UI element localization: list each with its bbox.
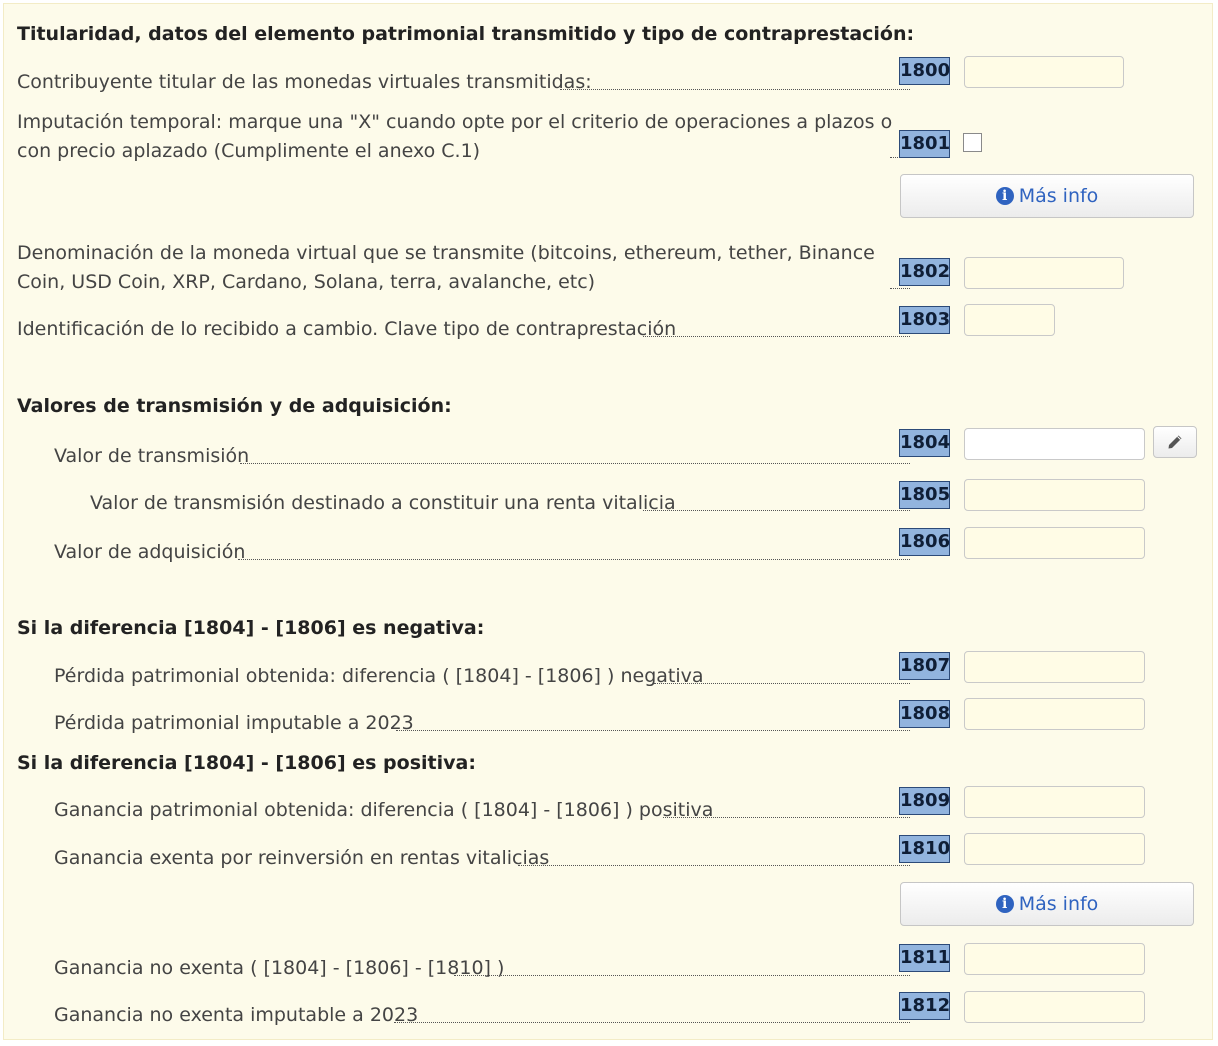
checkbox-1801[interactable] bbox=[963, 133, 982, 152]
edit-button-1804[interactable] bbox=[1153, 426, 1197, 458]
label-1800: Contribuyente titular de las monedas vir… bbox=[17, 71, 592, 93]
dotted-leader bbox=[643, 336, 910, 337]
code-box-1811: 1811 bbox=[899, 944, 950, 972]
section-heading-valores: Valores de transmisión y de adquisición: bbox=[17, 395, 452, 417]
pencil-icon bbox=[1168, 435, 1182, 449]
input-1800[interactable] bbox=[964, 56, 1124, 88]
dotted-leader bbox=[663, 817, 910, 818]
label-1806: Valor de adquisición bbox=[54, 541, 246, 563]
input-1811[interactable] bbox=[964, 943, 1145, 975]
input-1806[interactable] bbox=[964, 527, 1145, 559]
section-heading-titularidad: Titularidad, datos del elemento patrimon… bbox=[17, 23, 915, 45]
input-1807[interactable] bbox=[964, 651, 1145, 683]
label-1804: Valor de transmisión bbox=[54, 445, 250, 467]
dotted-leader bbox=[654, 683, 910, 684]
code-box-1807: 1807 bbox=[899, 652, 950, 680]
code-box-1802: 1802 bbox=[899, 258, 950, 286]
dotted-leader bbox=[518, 865, 910, 866]
mas-info-label: Más info bbox=[1018, 185, 1099, 207]
dotted-leader bbox=[643, 510, 910, 511]
input-1803[interactable] bbox=[964, 304, 1055, 336]
code-box-1812: 1812 bbox=[899, 992, 950, 1020]
input-1809[interactable] bbox=[964, 786, 1145, 818]
label-1812: Ganancia no exenta imputable a 2023 bbox=[54, 1004, 419, 1026]
dotted-leader bbox=[240, 463, 910, 464]
mas-info-label: Más info bbox=[1018, 893, 1099, 915]
code-box-1803: 1803 bbox=[899, 306, 950, 334]
label-1802: Denominación de la moneda virtual que se… bbox=[17, 242, 875, 293]
info-circle-icon: i bbox=[995, 895, 1014, 913]
code-box-1804: 1804 bbox=[899, 429, 950, 457]
label-1807: Pérdida patrimonial obtenida: diferencia… bbox=[54, 665, 704, 687]
dotted-leader bbox=[396, 730, 910, 731]
input-1805[interactable] bbox=[964, 479, 1145, 511]
dotted-leader bbox=[560, 89, 910, 90]
code-box-1805: 1805 bbox=[899, 481, 950, 509]
code-box-1810: 1810 bbox=[899, 835, 950, 863]
dotted-leader bbox=[394, 1022, 910, 1023]
label-1811: Ganancia no exenta ( [1804] - [1806] - [… bbox=[54, 957, 505, 979]
mas-info-button[interactable]: i Más info bbox=[900, 882, 1194, 926]
section-heading-negativa: Si la diferencia [1804] - [1806] es nega… bbox=[17, 617, 485, 639]
code-box-1800: 1800 bbox=[899, 57, 950, 85]
input-1808[interactable] bbox=[964, 698, 1145, 730]
label-1808: Pérdida patrimonial imputable a 2023 bbox=[54, 712, 414, 734]
section-heading-positiva: Si la diferencia [1804] - [1806] es posi… bbox=[17, 752, 476, 774]
info-circle-icon: i bbox=[995, 187, 1014, 205]
input-1804[interactable] bbox=[964, 428, 1145, 460]
input-1812[interactable] bbox=[964, 991, 1145, 1023]
label-1805: Valor de transmisión destinado a constit… bbox=[90, 492, 676, 514]
code-box-1809: 1809 bbox=[899, 787, 950, 815]
dotted-leader bbox=[890, 288, 910, 289]
dotted-leader bbox=[238, 559, 910, 560]
label-1810: Ganancia exenta por reinversión en renta… bbox=[54, 847, 550, 869]
code-box-1808: 1808 bbox=[899, 700, 950, 728]
code-box-1806: 1806 bbox=[899, 528, 950, 556]
input-1802[interactable] bbox=[964, 257, 1124, 289]
dotted-leader bbox=[454, 975, 910, 976]
label-1803: Identificación de lo recibido a cambio. … bbox=[17, 318, 677, 340]
mas-info-button[interactable]: i Más info bbox=[900, 174, 1194, 218]
code-box-1801: 1801 bbox=[899, 130, 950, 158]
label-1809: Ganancia patrimonial obtenida: diferenci… bbox=[54, 799, 714, 821]
input-1810[interactable] bbox=[964, 833, 1145, 865]
label-1801: Imputación temporal: marque una "X" cuan… bbox=[17, 111, 893, 162]
